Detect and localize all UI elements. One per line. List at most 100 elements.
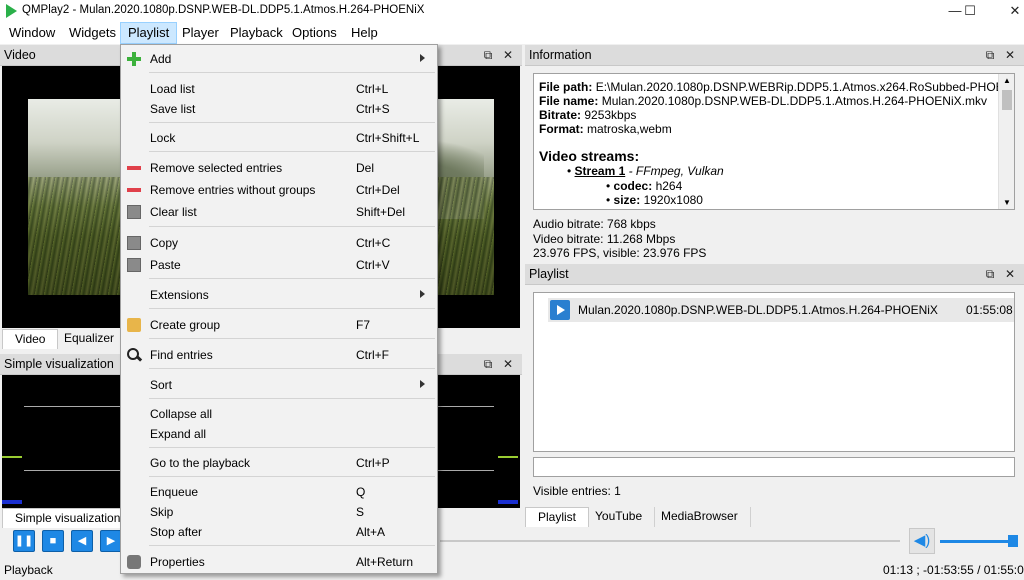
menu-item-label: Expand all [150,427,207,441]
tab-simple-visualization[interactable]: Simple visualization [2,508,134,528]
menu-item-label: Add [150,52,172,66]
menu-item-remove-without-groups[interactable]: Remove entries without groups Ctrl+Del [123,180,435,200]
submenu-arrow-icon [420,290,425,298]
menu-item-label: Collapse all [150,407,213,421]
menu-item-paste[interactable]: Paste Ctrl+V [123,255,435,275]
submenu-arrow-icon [420,380,425,388]
menu-item-expand-all[interactable]: Expand all [123,424,435,444]
menu-options[interactable]: Options [285,22,344,44]
close-icon[interactable]: ✕ [1003,266,1017,282]
playlist-search-input[interactable] [533,457,1015,477]
menu-item-add[interactable]: Add [123,49,435,69]
menu-item-shortcut: Ctrl+S [356,102,390,116]
properties-icon [127,555,141,569]
menu-item-create-group[interactable]: Create group F7 [123,315,435,335]
playing-icon [550,300,570,320]
info-bitrate: Bitrate: 9253kbps [539,108,637,122]
menu-item-copy[interactable]: Copy Ctrl+C [123,233,435,253]
menu-item-collapse-all[interactable]: Collapse all [123,404,435,424]
menu-item-label: Save list [150,102,196,116]
menu-item-go-to-playback[interactable]: Go to the playback Ctrl+P [123,453,435,473]
menu-item-lock[interactable]: Lock Ctrl+Shift+L [123,128,435,148]
previous-button[interactable]: ◀ [71,530,93,552]
status-time: 01:13 ; -01:53:55 / 01:55:09 [883,563,1024,577]
menu-item-label: Go to the playback [150,456,251,470]
menu-item-save-list[interactable]: Save list Ctrl+S [123,99,435,119]
tab-equalizer[interactable]: Equalizer [52,329,128,349]
menu-item-remove-selected[interactable]: Remove selected entries Del [123,158,435,178]
menu-widgets[interactable]: Widgets [62,22,123,44]
menu-playlist[interactable]: Playlist [120,22,178,44]
menu-item-find-entries[interactable]: Find entries Ctrl+F [123,345,435,365]
menu-separator [149,368,435,369]
menu-item-label: Clear list [150,205,197,219]
menu-item-sort[interactable]: Sort [123,375,435,395]
menu-item-label: Remove entries without groups [150,183,316,197]
volume-slider-handle[interactable] [1008,535,1018,547]
info-scrollbar[interactable]: ▲ ▼ [998,74,1014,209]
menu-item-label: Paste [150,258,181,272]
menu-item-clear-list[interactable]: Clear list Shift+Del [123,202,435,222]
volume-icon[interactable]: ◀) [909,528,935,554]
info-dock-title: Information ⧉ ✕ [525,45,1024,66]
info-stream-1[interactable]: • Stream 1 - FFmpeg, Vulkan [567,164,724,178]
tab-playlist[interactable]: Playlist [525,507,590,527]
fps-readout: 23.976 FPS, visible: 23.976 FPS [533,246,707,260]
next-button[interactable]: ▶ [100,530,122,552]
stop-button[interactable]: ■ [42,530,64,552]
float-icon[interactable]: ⧉ [481,356,495,372]
scroll-up-icon[interactable]: ▲ [1003,76,1011,85]
tab-mediabrowser[interactable]: MediaBrowser [649,507,751,527]
close-icon[interactable]: ✕ [501,356,515,372]
vis-peak-right [498,500,518,504]
playlist-tree[interactable]: Mulan.2020.1080p.DSNP.WEB-DL.DDP5.1.Atmo… [533,292,1015,452]
float-icon[interactable]: ⧉ [481,47,495,63]
search-icon [127,348,141,362]
close-icon[interactable]: ✕ [501,47,515,63]
float-icon[interactable]: ⧉ [983,47,997,63]
menu-item-extensions[interactable]: Extensions [123,285,435,305]
menu-item-label: Remove selected entries [150,161,283,175]
info-text-area[interactable]: File path: E:\Mulan.2020.1080p.DSNP.WEBR… [533,73,1015,210]
status-left: Playback [4,563,53,577]
menu-player[interactable]: Player [175,22,226,44]
menu-item-load-list[interactable]: Load list Ctrl+L [123,79,435,99]
tab-youtube[interactable]: YouTube [583,507,656,527]
menu-item-shortcut: Alt+A [356,525,386,539]
menu-item-shortcut: F7 [356,318,371,332]
playlist-entry-duration: 01:55:08 [966,303,1013,317]
menu-item-label: Properties [150,555,205,569]
menu-help[interactable]: Help [344,22,385,44]
seek-slider[interactable] [440,540,900,542]
menu-item-label: Enqueue [150,485,199,499]
maximize-button[interactable]: ☐ [947,0,993,22]
menu-item-enqueue[interactable]: Enqueue Q [123,482,435,502]
menu-item-skip[interactable]: Skip S [123,502,435,522]
menu-separator [149,545,435,546]
menu-item-label: Copy [150,236,179,250]
info-scrollbar-thumb[interactable] [1002,90,1012,110]
menu-window[interactable]: Window [2,22,62,44]
menu-item-shortcut: S [356,505,365,519]
menu-separator [149,72,435,73]
pause-button[interactable]: ❚❚ [13,530,35,552]
volume-slider[interactable] [940,540,1010,543]
tab-video[interactable]: Video [2,329,59,349]
playlist-entry[interactable]: Mulan.2020.1080p.DSNP.WEB-DL.DDP5.1.Atmo… [548,298,1014,322]
menu-separator [149,476,435,477]
menu-item-properties[interactable]: Properties Alt+Return [123,552,435,572]
menu-playback[interactable]: Playback [223,22,290,44]
menu-separator [149,226,435,227]
close-icon[interactable]: ✕ [1003,47,1017,63]
plus-icon [127,52,141,66]
menu-item-shortcut: Ctrl+C [356,236,391,250]
playlist-entry-name: Mulan.2020.1080p.DSNP.WEB-DL.DDP5.1.Atmo… [578,303,938,317]
float-icon[interactable]: ⧉ [983,266,997,282]
menu-separator [149,122,435,123]
close-window-button[interactable]: ✕ [992,0,1024,22]
video-bitrate: Video bitrate: 11.268 Mbps [533,232,676,246]
menu-item-stop-after[interactable]: Stop after Alt+A [123,522,435,542]
vis-level-left [2,456,22,458]
vis-peak-left [2,500,22,504]
scroll-down-icon[interactable]: ▼ [1003,198,1011,207]
